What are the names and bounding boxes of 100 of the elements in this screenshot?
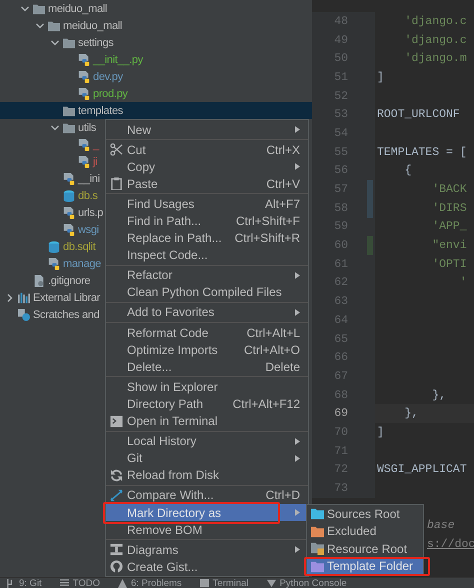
tree-item[interactable]: urls.p	[0, 204, 104, 221]
shortcut-label: Alt+F7	[264, 196, 300, 211]
database-icon	[48, 240, 60, 252]
tree-item[interactable]: utils	[0, 119, 96, 136]
shortcut-label: Ctrl+Alt+O	[242, 342, 300, 357]
code-line: WSGI_APPLICAT	[377, 463, 467, 476]
folder-icon	[63, 104, 75, 116]
menu-item[interactable]: Add to Favorites	[106, 304, 308, 322]
menu-item[interactable]: Find Usages Alt+F7	[106, 195, 308, 212]
tool-window-tab[interactable]: 6: Problems	[118, 578, 182, 588]
code-line: 'DIRS	[431, 202, 467, 215]
tool-window-tab[interactable]: 9: Git	[6, 578, 42, 588]
menu-item[interactable]: Show in Explorer	[106, 378, 308, 396]
python-file-icon	[63, 224, 75, 236]
menu-item[interactable]: Paste Ctrl+V	[106, 175, 308, 192]
menu-item[interactable]: Mark Directory as	[106, 504, 308, 522]
code-line: ROOT_URLCONF	[377, 108, 460, 122]
branch-icon	[6, 578, 15, 588]
menu-item[interactable]: Reformat Code Ctrl+Alt+L	[106, 324, 308, 342]
line-number: 69	[333, 407, 348, 420]
code-line: '	[458, 276, 467, 290]
library-icon	[18, 292, 30, 304]
tool-window-tab[interactable]: Terminal	[200, 578, 249, 588]
code-line: 'django.m	[404, 52, 467, 66]
menu-item[interactable]: Open in Terminal	[106, 412, 308, 430]
shortcut-label: Ctrl+V	[265, 176, 300, 191]
reload-icon	[110, 468, 123, 482]
menu-item[interactable]: Replace in Path... Ctrl+Shift+R	[106, 230, 308, 247]
code-line: ]	[377, 426, 384, 439]
tree-item[interactable]: db.sqlit	[0, 238, 96, 255]
python-file-icon	[63, 172, 75, 184]
scissors-icon	[110, 143, 123, 156]
shortcut-label: Ctrl+X	[265, 142, 300, 157]
tree-item[interactable]: prod.py	[0, 85, 128, 102]
file-icon	[33, 274, 45, 286]
tree-item[interactable]: meiduo_mall	[0, 0, 108, 17]
tree-item[interactable]: External Librar	[0, 289, 100, 306]
tree-item[interactable]: templates	[0, 102, 312, 119]
shortcut-label: Ctrl+Alt+F12	[232, 396, 300, 411]
shortcut-label: Delete	[264, 360, 300, 374]
python-file-icon	[63, 206, 75, 218]
scratch-file-icon	[18, 308, 30, 320]
menu-item[interactable]: Remove BOM	[106, 521, 308, 538]
chevron-down-icon[interactable]	[50, 122, 60, 132]
tree-item[interactable]: Scratches and	[0, 306, 100, 323]
menu-item[interactable]: Compare With... Ctrl+D	[106, 486, 308, 504]
clipboard-icon	[110, 177, 123, 190]
code-line: 'django.c	[404, 34, 467, 47]
tree-item[interactable]: db.s	[0, 187, 98, 204]
menu-item[interactable]: Reload from Disk	[106, 466, 308, 484]
tree-item[interactable]: dev.py	[0, 68, 123, 85]
code-line: {	[404, 164, 412, 178]
shortcut-label: Ctrl+Shift+R	[234, 231, 300, 246]
compare-arrows-icon	[110, 488, 123, 502]
code-line: 'django.c	[404, 14, 467, 28]
menu-item[interactable]: Git	[106, 450, 308, 467]
menu-item[interactable]: Inspect Code...	[106, 246, 308, 264]
chevron-right-icon[interactable]	[5, 292, 15, 302]
folder-icon	[33, 2, 45, 14]
database-icon	[63, 190, 75, 202]
menu-item[interactable]: Find in Path... Ctrl+Shift+F	[106, 212, 308, 230]
tree-item[interactable]: manage	[0, 255, 101, 272]
menu-item[interactable]: Copy	[106, 158, 308, 176]
code-comment: base	[427, 519, 455, 532]
tree-item[interactable]: settings	[0, 34, 114, 51]
menu-item[interactable]: Delete... Delete	[106, 358, 308, 376]
tree-item[interactable]: wsgi	[0, 221, 99, 238]
tool-window-tab[interactable]: TODO	[60, 578, 100, 588]
chevron-down-icon[interactable]	[35, 20, 45, 30]
shortcut-label: Ctrl+Shift+F	[234, 214, 300, 228]
chevron-down-icon[interactable]	[20, 4, 30, 14]
folder-icon	[48, 20, 60, 32]
chevron-down-icon[interactable]	[50, 38, 60, 48]
menu-item[interactable]: Create Gist...	[106, 558, 308, 576]
tree-item[interactable]: __init__.py	[0, 51, 143, 68]
menu-item[interactable]: Resource Root	[307, 540, 423, 558]
menu-item[interactable]: Clean Python Compiled Files	[106, 284, 308, 301]
code-line: TEMPLATES = [	[377, 146, 467, 159]
tree-item[interactable]: .gitignore	[0, 272, 90, 289]
menu-item[interactable]: Cut Ctrl+X	[106, 141, 308, 158]
code-line: ]	[377, 70, 384, 84]
menu-item[interactable]: Sources Root	[307, 505, 423, 522]
menu-item[interactable]: Excluded	[307, 522, 423, 540]
menu-item[interactable]: New	[106, 121, 308, 138]
shortcut-label: Ctrl+Alt+L	[246, 326, 300, 340]
menu-item[interactable]: Local History	[106, 432, 308, 450]
menu-item[interactable]: Directory Path Ctrl+Alt+F12	[106, 395, 308, 412]
python-file-icon	[48, 258, 60, 270]
menu-item[interactable]: Refactor	[106, 266, 308, 284]
python-file-icon	[78, 70, 90, 82]
folder-icon	[63, 122, 75, 134]
tree-item[interactable]: meiduo_mall	[0, 17, 122, 34]
tool-window-tab[interactable]: Python Console	[266, 578, 347, 588]
tree-item[interactable]: __ini	[0, 170, 100, 187]
menu-item[interactable]: Optimize Imports Ctrl+Alt+O	[106, 341, 308, 358]
python-file-icon	[78, 156, 90, 168]
menu-item[interactable]: Diagrams	[106, 541, 308, 558]
diagram-icon	[110, 543, 123, 556]
python-file-icon	[78, 138, 90, 150]
folder-icon	[63, 36, 75, 48]
